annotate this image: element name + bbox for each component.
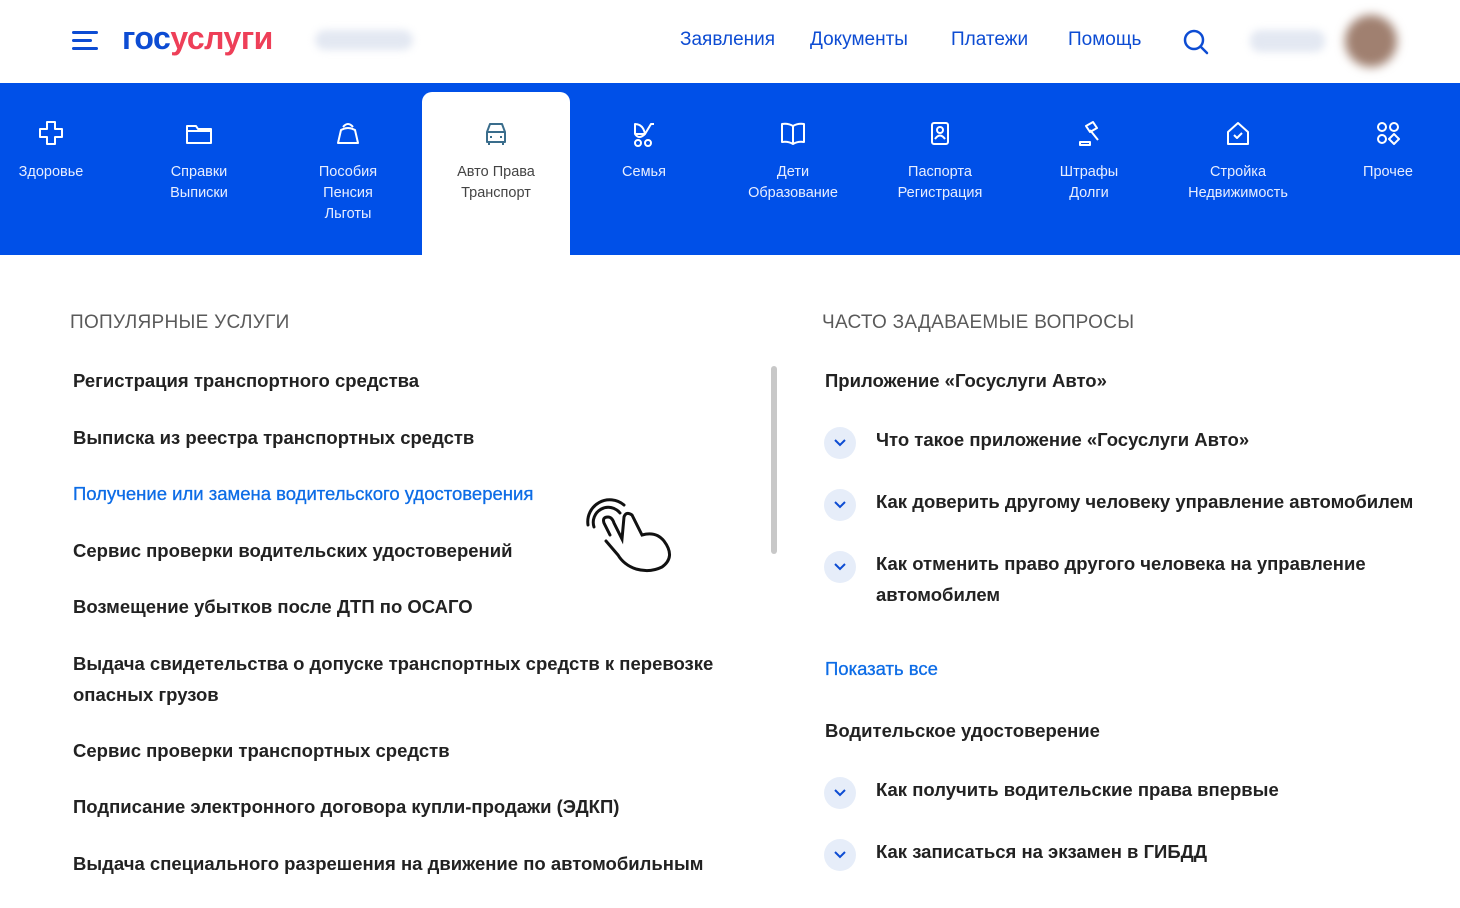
popular-service-link[interactable]: Выдача специального разрешения на движен… [73,848,763,879]
gavel-icon [1079,121,1099,146]
faq-question[interactable]: Что такое приложение «Госуслуги Авто» [876,424,1451,455]
category-tab[interactable]: Пособия Пенсия Льготы [274,92,422,255]
faq-group-license: Водительское удостоверение [825,720,1100,741]
grid-icon [1377,122,1400,145]
category-tab[interactable]: Дети Образование [719,92,867,255]
category-label: Долги [1069,185,1109,201]
category-label: Семья [622,164,666,180]
faq-question[interactable]: Как получить водительские права впервые [876,774,1451,805]
popular-service-link[interactable]: Регистрация транспортного средства [73,365,763,396]
category-label: Справки [170,164,228,180]
category-label: Льготы [324,206,372,222]
nav-applications[interactable]: Заявления [680,29,775,51]
avatar[interactable] [1345,15,1397,67]
book-icon [781,122,805,145]
header: госуслуги Заявления Документы Платежи По… [0,0,1460,83]
car-icon [486,123,506,145]
faq-question[interactable]: Как доверить другому человеку управление… [876,486,1451,517]
faq-group-app: Приложение «Госуслуги Авто» [825,370,1107,391]
category-label: Штрафы [1059,164,1119,180]
category-tab[interactable]: Штрафы Долги [1015,92,1163,255]
show-all-link[interactable]: Показать все [825,653,938,684]
menu-icon[interactable] [72,31,98,51]
chevron-down-icon[interactable] [824,777,856,809]
hand-pointer-icon [586,498,671,573]
nav-payments[interactable]: Платежи [951,29,1028,51]
nav-documents[interactable]: Документы [810,29,908,51]
medical-cross-icon [39,121,63,145]
chevron-down-icon[interactable] [824,427,856,459]
category-tab[interactable]: Семья [570,92,718,255]
faq-question[interactable]: Как отменить право другого человека на у… [876,548,1451,610]
category-label: Авто Права [457,164,535,180]
search-icon[interactable] [1182,28,1210,56]
stroller-icon [634,123,654,147]
category-label: Стройка [1209,164,1267,180]
username-blurred[interactable] [1250,30,1325,52]
passport-icon [931,122,949,145]
category-tab[interactable]: Справки Выписки [125,92,273,255]
category-label: Прочее [1363,164,1413,180]
popular-service-link[interactable]: Подписание электронного договора купли-п… [73,791,763,822]
category-label: Выписки [170,185,228,201]
category-tab[interactable]: Здоровье [0,92,125,255]
location-blurred[interactable] [315,30,413,50]
category-label: Пособия [318,164,378,180]
chevron-down-icon[interactable] [824,551,856,583]
nav-help[interactable]: Помощь [1068,29,1141,51]
faq-question[interactable]: Как записаться на экзамен в ГИБДД [876,836,1451,867]
chevron-down-icon[interactable] [824,489,856,521]
popular-title: ПОПУЛЯРНЫЕ УСЛУГИ [70,312,290,333]
popular-service-link[interactable]: Сервис проверки транспортных средств [73,735,763,766]
faq-title: ЧАСТО ЗАДАВАЕМЫЕ ВОПРОСЫ [822,312,1135,333]
scrollbar[interactable] [771,366,777,554]
category-label: Транспорт [461,185,531,201]
category-label: Здоровье [18,164,84,180]
category-label: Пенсия [323,185,373,201]
category-label: Паспорта [908,164,972,180]
category-label: Недвижимость [1188,185,1288,201]
purse-icon [337,123,359,144]
category-tab[interactable]: Паспорта Регистрация [866,92,1014,255]
folder-icon [186,125,212,144]
category-tab[interactable]: Авто Права Транспорт [422,92,570,255]
popular-service-link[interactable]: Выдача свидетельства о допуске транспорт… [73,648,763,710]
house-icon [1227,122,1249,145]
category-tab[interactable]: Стройка Недвижимость [1164,92,1312,255]
category-label: Дети [776,164,810,180]
logo[interactable]: госуслуги [122,20,273,57]
category-tab[interactable]: Прочее [1314,92,1460,255]
chevron-down-icon[interactable] [824,839,856,871]
popular-service-link[interactable]: Возмещение убытков после ДТП по ОСАГО [73,591,763,622]
category-label: Образование [748,185,838,201]
popular-service-link[interactable]: Выписка из реестра транспортных средств [73,422,763,453]
category-label: Регистрация [897,185,983,201]
